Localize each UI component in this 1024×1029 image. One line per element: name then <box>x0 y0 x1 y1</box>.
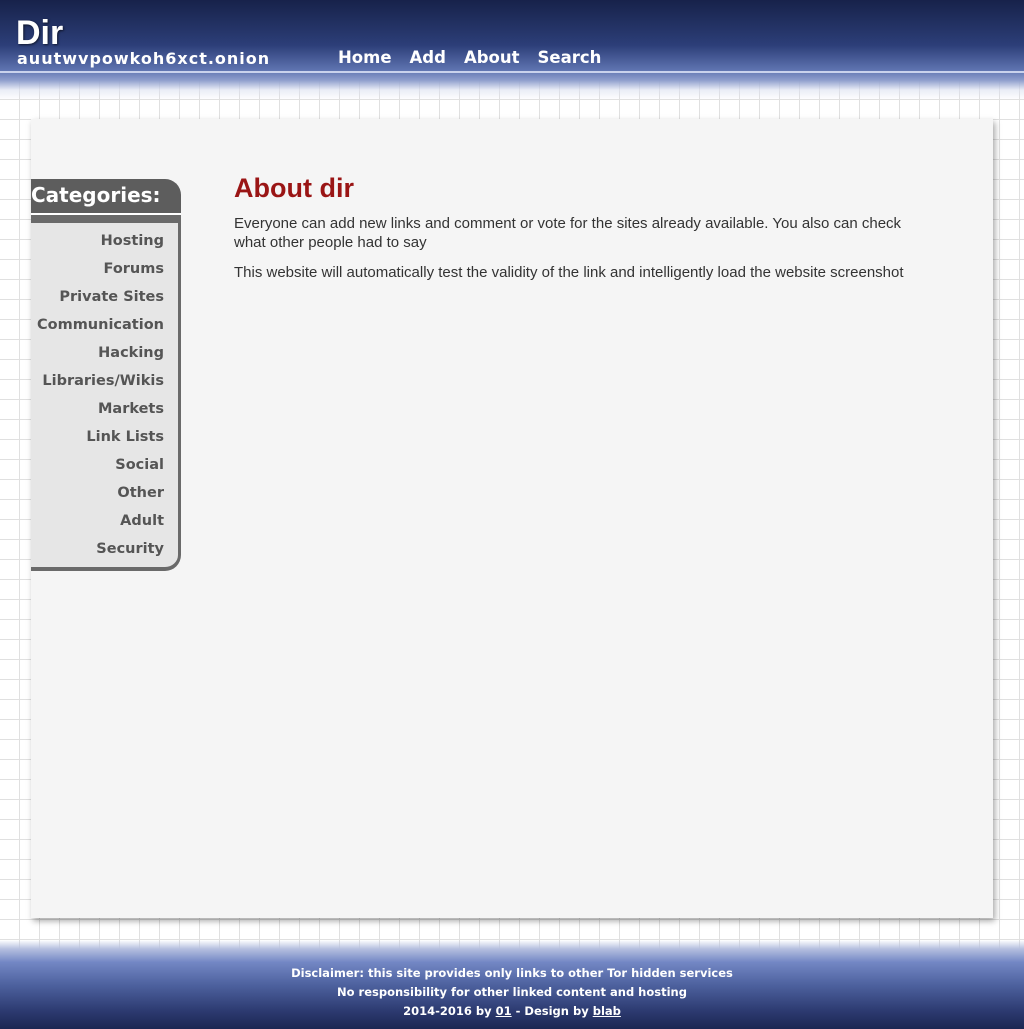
page-title: About dir <box>234 173 354 203</box>
category-other[interactable]: Other <box>31 479 178 507</box>
onion-address: auutwvpowkoh6xct.onion <box>17 49 271 68</box>
footer-designer-link[interactable]: blab <box>593 1004 621 1018</box>
nav-search-link[interactable]: Search <box>538 48 602 67</box>
header-divider <box>0 71 1024 73</box>
nav-home-link[interactable]: Home <box>338 48 392 67</box>
main-content: About dir Everyone can add new links and… <box>234 172 924 293</box>
about-paragraph-1: Everyone can add new links and comment o… <box>234 215 902 251</box>
site-logo[interactable]: Dir <box>16 14 63 53</box>
categories-list: Hosting Forums Private Sites Communicati… <box>31 215 181 571</box>
category-adult[interactable]: Adult <box>31 507 178 535</box>
category-libraries-wikis[interactable]: Libraries/Wikis <box>31 367 178 395</box>
category-forums[interactable]: Forums <box>31 255 178 283</box>
categories-title: Categories: <box>31 179 181 213</box>
about-paragraph-2: This website will automatically test the… <box>234 264 904 281</box>
footer-design-by: - Design by <box>511 1004 593 1018</box>
footer-disclaimer: Disclaimer: this site provides only link… <box>291 966 733 980</box>
category-hacking[interactable]: Hacking <box>31 339 178 367</box>
footer-responsibility: No responsibility for other linked conte… <box>337 985 687 999</box>
nav-add-link[interactable]: Add <box>410 48 446 67</box>
category-communication[interactable]: Communication <box>31 311 178 339</box>
category-social[interactable]: Social <box>31 451 178 479</box>
main-nav: Home Add About Search <box>338 48 619 67</box>
category-hosting[interactable]: Hosting <box>31 227 178 255</box>
footer-years: 2014-2016 by <box>403 1004 496 1018</box>
categories-sidebar: Categories: Hosting Forums Private Sites… <box>31 179 181 571</box>
site-footer: Disclaimer: this site provides only link… <box>0 940 1024 1029</box>
footer-author-link[interactable]: 01 <box>496 1004 512 1018</box>
category-markets[interactable]: Markets <box>31 395 178 423</box>
footer-credits: 2014-2016 by 01 - Design by blab <box>0 1004 1024 1018</box>
category-link-lists[interactable]: Link Lists <box>31 423 178 451</box>
category-private-sites[interactable]: Private Sites <box>31 283 178 311</box>
nav-about-link[interactable]: About <box>464 48 520 67</box>
category-security[interactable]: Security <box>31 535 178 563</box>
